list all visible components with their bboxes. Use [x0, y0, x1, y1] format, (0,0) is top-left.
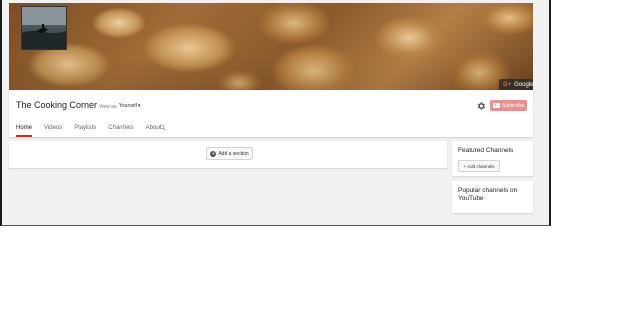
google-plus-badge[interactable]: G+ Google+: [499, 79, 533, 90]
featured-channels-card: Featured Channels + Add channels: [452, 141, 533, 176]
caret-down-icon: ▾: [137, 103, 141, 109]
google-plus-label: Google+: [514, 82, 533, 88]
add-section-label: Add a section: [218, 150, 249, 157]
channel-title[interactable]: The Cooking Corner: [16, 100, 97, 110]
search-icon[interactable]: [159, 124, 166, 131]
view-as-label: View as:: [99, 104, 118, 110]
tab-home[interactable]: Home: [16, 123, 33, 137]
tab-channels[interactable]: Channels: [108, 123, 133, 137]
view-as-dropdown[interactable]: Yourself▾: [119, 103, 140, 109]
popular-channels-card: Popular channels on YouTube: [452, 181, 533, 213]
home-sections-area: + Add a section: [9, 141, 447, 168]
tab-playlists[interactable]: Playlists: [74, 123, 96, 137]
channel-avatar[interactable]: [21, 6, 67, 50]
channel-page: G+ Google+ The Cooking Corner View as: Y…: [0, 0, 551, 226]
channel-header: The Cooking Corner View as: Yourself▾ Su…: [9, 90, 533, 137]
channel-tabs: Home Videos Playlists Channels About: [16, 123, 173, 137]
add-channels-button[interactable]: + Add channels: [458, 160, 500, 172]
popular-channels-title[interactable]: Popular channels on YouTube: [458, 187, 528, 203]
add-section-button[interactable]: + Add a section: [206, 147, 253, 160]
plus-circle-icon: +: [210, 150, 217, 157]
channel-banner: G+ Google+: [9, 3, 533, 90]
avatar-image: [22, 7, 66, 49]
settings-gear-icon[interactable]: [476, 101, 486, 111]
featured-channels-title: Featured Channels: [458, 147, 514, 154]
view-as-value: Yourself: [119, 103, 137, 109]
subscribe-button[interactable]: Subscribe: [490, 100, 527, 111]
tab-videos[interactable]: Videos: [44, 123, 62, 137]
subscribe-label: Subscribe: [501, 102, 525, 109]
youtube-play-icon: [492, 103, 500, 108]
google-plus-icon: G+: [503, 82, 512, 88]
